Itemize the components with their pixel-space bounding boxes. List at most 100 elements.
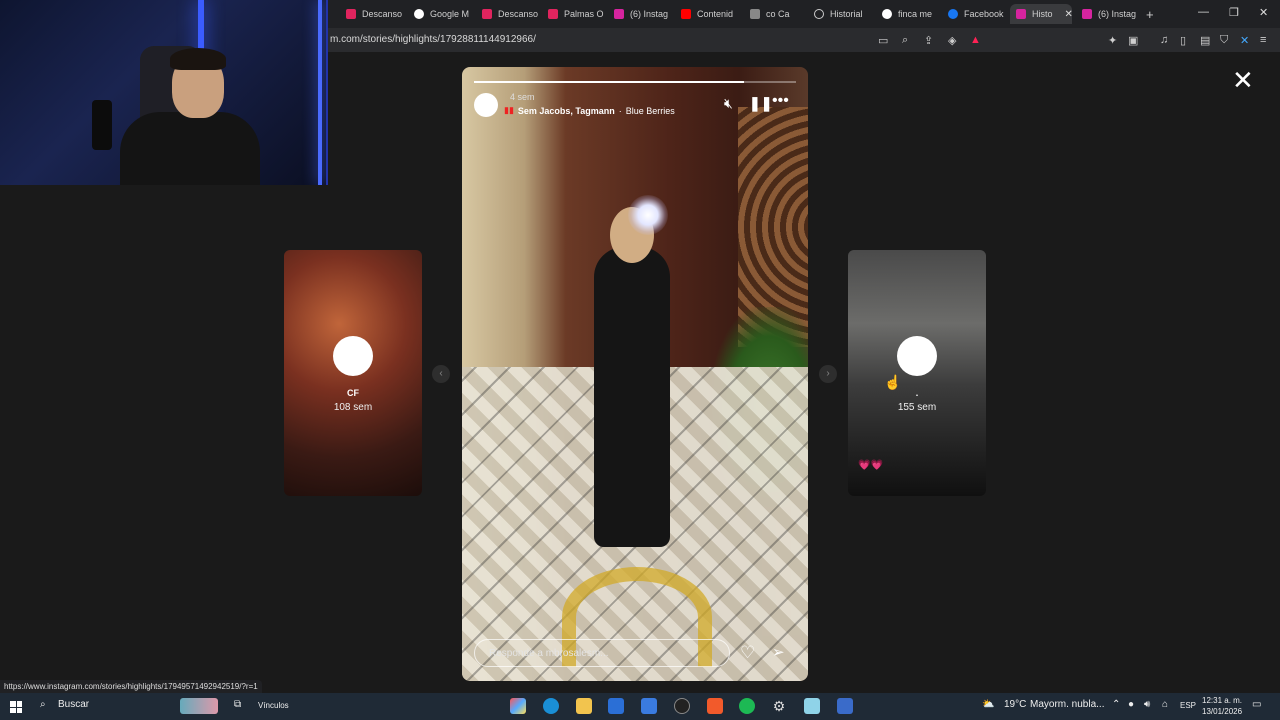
tab-label: Palmas O bbox=[564, 9, 604, 19]
tab-label: Facebook bbox=[964, 9, 1004, 19]
copilot-icon[interactable] bbox=[510, 698, 526, 714]
extension-k-icon[interactable]: ✕ bbox=[1240, 34, 1249, 47]
music-title: Blue Berries bbox=[625, 105, 675, 116]
restore-icon[interactable]: ❐ bbox=[1229, 6, 1239, 19]
volume-icon[interactable]: 🔊︎ bbox=[1144, 699, 1150, 710]
windows-start-icon[interactable] bbox=[10, 701, 22, 713]
tray-app-icon[interactable]: ● bbox=[1128, 699, 1134, 710]
previous-arrow-icon[interactable]: ‹ bbox=[432, 365, 450, 383]
links-toolbar[interactable]: Vínculos bbox=[258, 701, 289, 710]
taskbar-search[interactable]: Buscar bbox=[58, 699, 89, 710]
task-view-icon[interactable]: ⧉ bbox=[234, 699, 241, 710]
weather-icon: ⛅ bbox=[982, 699, 995, 710]
tab-favicon-icon bbox=[482, 9, 492, 19]
new-tab-button[interactable]: + bbox=[1146, 4, 1154, 24]
more-icon[interactable]: ••• bbox=[772, 92, 789, 110]
instagram-icon bbox=[1082, 9, 1092, 19]
brave-icon[interactable] bbox=[707, 698, 723, 714]
wallet-icon[interactable]: ▤ bbox=[1200, 34, 1210, 47]
mail-icon[interactable] bbox=[641, 698, 657, 714]
story-image-flash bbox=[628, 195, 668, 235]
app-icon[interactable] bbox=[804, 698, 820, 714]
pause-icon[interactable]: ❚❚ bbox=[749, 95, 772, 112]
tab-label: Descanso bbox=[362, 9, 403, 19]
music-sticker[interactable]: ▮▮ Sem Jacobs, Tagmann · Blue Berries bbox=[504, 105, 675, 116]
next-story-preview[interactable]: . 155 sem 💗💗 bbox=[848, 250, 986, 496]
tab-historia-active[interactable]: Histo ✕ bbox=[1010, 4, 1072, 24]
sidebar-icon[interactable]: ▯ bbox=[1180, 34, 1186, 47]
brave-rewards-icon[interactable]: ▲ bbox=[970, 34, 981, 46]
language-indicator[interactable]: ESP bbox=[1180, 701, 1196, 710]
url-text[interactable]: m.com/stories/highlights/179288111449129… bbox=[330, 34, 536, 45]
microphone bbox=[92, 100, 112, 150]
music-icon[interactable]: ♫ bbox=[1160, 34, 1168, 46]
windows-taskbar: ⌕ Buscar ⧉ Vínculos ⚙ ⛅ 19°C Mayorm. nub… bbox=[0, 693, 1280, 720]
music-bars-icon: ▮▮ bbox=[504, 105, 514, 115]
network-icon[interactable]: ⌂ bbox=[1162, 699, 1168, 710]
tab-favicon-icon bbox=[548, 9, 558, 19]
avatar bbox=[333, 336, 373, 376]
story-timestamp: 108 sem bbox=[333, 402, 373, 413]
tab-palmas[interactable]: Palmas O bbox=[548, 4, 604, 24]
weather-desc[interactable]: Mayorm. nubla... bbox=[1030, 699, 1104, 710]
facebook-icon bbox=[948, 9, 958, 19]
instagram-icon bbox=[1016, 9, 1026, 19]
story-image-person bbox=[594, 247, 670, 547]
menu-icon[interactable]: ≡ bbox=[1260, 34, 1266, 46]
tab-label: Contenid bbox=[697, 9, 734, 19]
tab-instagram-2[interactable]: (6) Instag bbox=[1082, 4, 1136, 24]
extensions-icon[interactable]: ✦ bbox=[1108, 34, 1117, 47]
mute-icon[interactable]: 🔇︎ bbox=[724, 95, 733, 112]
story-timestamp: 4 sem bbox=[510, 92, 535, 102]
calculator-icon[interactable] bbox=[837, 698, 853, 714]
tab-descanso-2[interactable]: Descanso bbox=[482, 4, 538, 24]
next-arrow-icon[interactable]: › bbox=[819, 365, 837, 383]
story-progress-bar bbox=[474, 81, 796, 83]
tab-facebook[interactable]: Facebook bbox=[948, 4, 1004, 24]
store-icon[interactable] bbox=[608, 698, 624, 714]
close-window-icon[interactable]: ✕ bbox=[1259, 6, 1268, 19]
weather-temp[interactable]: 19°C bbox=[1004, 699, 1026, 710]
screenshot-icon[interactable]: ▣ bbox=[1128, 34, 1138, 47]
tab-google-maps[interactable]: Google M bbox=[414, 4, 469, 24]
share-icon[interactable]: ⇪ bbox=[924, 34, 933, 47]
heart-icon[interactable]: ♡ bbox=[740, 643, 755, 663]
file-explorer-icon[interactable] bbox=[576, 698, 592, 714]
music-separator: · bbox=[618, 105, 622, 116]
tab-historial[interactable]: Historial bbox=[814, 4, 863, 24]
obs-icon[interactable] bbox=[674, 698, 690, 714]
tab-favicon-icon bbox=[346, 9, 356, 19]
search-icon[interactable]: ⌕ bbox=[40, 699, 46, 710]
settings-icon[interactable]: ⚙ bbox=[771, 698, 787, 714]
avatar[interactable] bbox=[474, 93, 498, 117]
clock-time: 12:31 a. m. bbox=[1202, 696, 1243, 705]
zoom-icon[interactable]: ⌕ bbox=[902, 34, 908, 47]
close-icon[interactable]: ✕ bbox=[1232, 67, 1254, 93]
avatar bbox=[897, 336, 937, 376]
tab-instagram-1[interactable]: (6) Instag bbox=[614, 4, 668, 24]
edge-icon[interactable] bbox=[543, 698, 559, 714]
tab-finca[interactable]: finca me bbox=[882, 4, 932, 24]
brave-shield-icon[interactable]: ◈ bbox=[948, 34, 956, 47]
main-story[interactable]: 4 sem ▮▮ Sem Jacobs, Tagmann · Blue Berr… bbox=[462, 67, 808, 681]
previous-story-preview[interactable]: CF 108 sem bbox=[284, 250, 422, 496]
tab-label: Descanso bbox=[498, 9, 539, 19]
chevron-up-icon[interactable]: ⌃ bbox=[1112, 699, 1120, 710]
clock[interactable]: 12:31 a. m. 13/01/2026 bbox=[1202, 695, 1242, 717]
spotify-icon[interactable] bbox=[739, 698, 755, 714]
streamer-body bbox=[120, 112, 260, 185]
instagram-icon bbox=[614, 9, 624, 19]
notifications-icon[interactable]: ▭ bbox=[1252, 699, 1261, 710]
minimize-icon[interactable]: — bbox=[1198, 6, 1209, 18]
hearts-sticker: 💗💗 bbox=[858, 460, 883, 471]
tab-co-ca[interactable]: co Ca bbox=[750, 4, 790, 24]
close-tab-icon[interactable]: ✕ bbox=[1065, 9, 1072, 20]
cast-icon[interactable]: ▭ bbox=[878, 34, 888, 47]
streamer-hair bbox=[170, 48, 226, 70]
search-highlight-icon bbox=[180, 698, 218, 714]
tab-descanso-1[interactable]: Descanso bbox=[346, 4, 402, 24]
vpn-icon[interactable]: ⛉ bbox=[1220, 34, 1228, 47]
tab-contenido[interactable]: Contenid bbox=[681, 4, 733, 24]
send-icon[interactable]: ➢ bbox=[772, 643, 785, 661]
reply-input[interactable] bbox=[474, 639, 730, 667]
